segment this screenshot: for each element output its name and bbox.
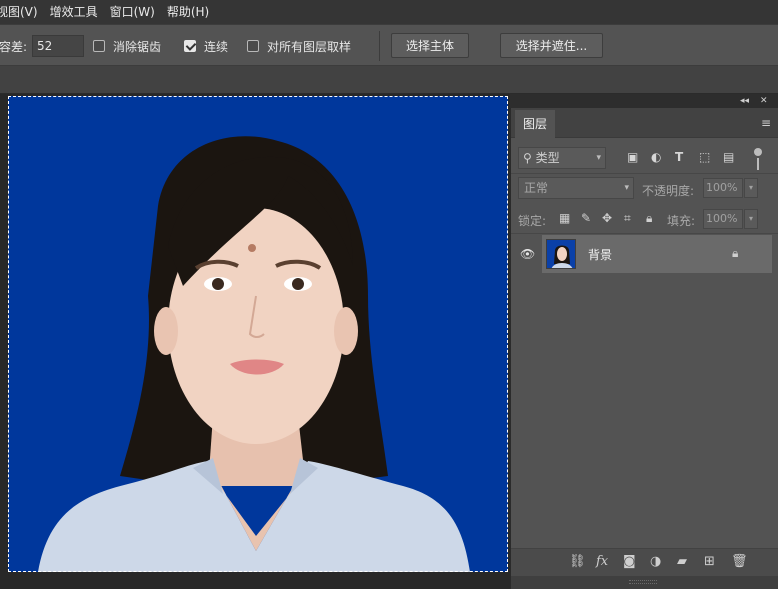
search-icon: ⚲	[523, 151, 532, 165]
layer-thumbnail	[546, 239, 576, 269]
adjustment-filter-icon[interactable]: ◐	[651, 151, 661, 163]
blend-mode-value: 正常	[524, 181, 549, 195]
filter-kind-select[interactable]: ⚲ 类型 ▾	[518, 147, 606, 169]
trash-icon[interactable]: 🗑︎	[731, 555, 748, 569]
opacity-label: 不透明度:	[642, 184, 695, 198]
lock-transparent-pixels-icon[interactable]: ▦	[559, 211, 570, 225]
chevron-down-icon: ▾	[596, 153, 601, 163]
link-icon[interactable]: ⛓︎	[569, 555, 586, 569]
fill-chevron-icon[interactable]: ▾	[744, 209, 758, 229]
tab-layers[interactable]: 图层	[515, 110, 556, 138]
fill-input[interactable]: 100%	[703, 209, 743, 229]
document-tab-strip	[0, 66, 778, 94]
layer-item-selected[interactable]: 背景 🔒︎	[542, 235, 772, 273]
close-panel-icon[interactable]: ✕	[760, 94, 768, 108]
panel-tab-bar: 图层 ≡	[511, 108, 778, 138]
select-subject-button[interactable]: 选择主体	[391, 33, 469, 58]
eye-icon[interactable]: 👁︎	[520, 247, 535, 261]
filter-kind-label: 类型	[535, 151, 560, 165]
menu-help[interactable]: 帮助(H)	[161, 0, 215, 24]
folder-icon[interactable]: ▰	[677, 555, 687, 569]
chevron-down-icon: ▾	[624, 183, 629, 193]
blend-row: 正常 ▾ 不透明度: 100% ▾	[511, 174, 778, 204]
options-bar: 容差: 消除锯齿 连续 对所有图层取样 选择主体 选择并遮住...	[0, 24, 778, 66]
opacity-chevron-icon[interactable]: ▾	[744, 178, 758, 198]
fill-label: 填充:	[667, 214, 696, 228]
lock-all-icon[interactable]: 🔒︎	[646, 211, 652, 225]
blend-mode-select[interactable]: 正常 ▾	[518, 177, 634, 199]
grip-icon	[629, 580, 657, 584]
layer-name[interactable]: 背景	[588, 246, 612, 263]
smart-object-filter-icon[interactable]: ▤	[723, 151, 734, 163]
tolerance-label: 容差:	[0, 40, 28, 54]
panel-dock-header: ◂◂ ✕	[510, 94, 778, 108]
sample-all-layers-checkbox[interactable]	[247, 40, 259, 52]
sample-all-layers-label: 对所有图层取样	[267, 40, 352, 54]
panel-menu-icon[interactable]: ≡	[761, 116, 771, 130]
adjustment-icon[interactable]: ◑	[650, 555, 661, 569]
select-and-mask-button[interactable]: 选择并遮住...	[500, 33, 603, 58]
filter-toggle-bar	[757, 158, 759, 170]
mask-icon[interactable]: ◙	[623, 555, 636, 569]
lock-row: 锁定: ▦ ✎ ✥ ⌗ 🔒︎ 填充: 100% ▾	[511, 204, 778, 234]
collapse-panels-icon[interactable]: ◂◂	[740, 94, 749, 108]
lock-position-icon[interactable]: ✥	[602, 211, 612, 225]
text-filter-icon[interactable]: T	[675, 151, 683, 163]
options-separator	[379, 31, 380, 61]
shape-filter-icon[interactable]: ⬚	[699, 151, 710, 163]
new-layer-icon[interactable]: ⊞	[704, 555, 715, 569]
lock-image-pixels-icon[interactable]: ✎	[581, 211, 591, 225]
lock-label: 锁定:	[518, 214, 547, 228]
panel-bottom-toolbar: ⛓︎ fx ◙ ◑ ▰ ⊞ 🗑︎	[511, 548, 778, 576]
filter-toggle-icon[interactable]	[754, 148, 762, 156]
layer-row-background[interactable]: 👁︎ 背景 🔒︎	[511, 234, 778, 274]
opacity-input[interactable]: 100%	[703, 178, 743, 198]
contiguous-label: 连续	[204, 40, 229, 54]
anti-alias-label: 消除锯齿	[113, 40, 162, 54]
menu-window[interactable]: 窗口(W)	[104, 0, 161, 24]
lock-icon[interactable]: 🔒︎	[732, 246, 738, 261]
anti-alias-checkbox[interactable]	[93, 40, 105, 52]
portrait-illustration	[8, 96, 508, 572]
tolerance-input[interactable]	[32, 35, 84, 57]
image-filter-icon[interactable]: ▣	[627, 151, 638, 163]
panel-resize-handle[interactable]	[511, 576, 778, 589]
layer-filter-row: ⚲ 类型 ▾ ▣ ◐ T ⬚ ▤	[511, 138, 778, 174]
fx-icon[interactable]: fx	[596, 555, 608, 569]
contiguous-checkbox[interactable]	[184, 40, 196, 52]
menu-view[interactable]: 视图(V)	[0, 0, 44, 24]
menu-bar: 视图(V) 增效工具 窗口(W) 帮助(H)	[0, 0, 778, 24]
lock-artboard-icon[interactable]: ⌗	[624, 211, 631, 225]
menu-plugins[interactable]: 增效工具	[44, 0, 104, 24]
layers-panel: 图层 ≡ ⚲ 类型 ▾ ▣ ◐ T ⬚ ▤ 正常 ▾ 不透明度: 100% ▾ …	[510, 108, 778, 589]
document-image[interactable]	[8, 96, 508, 572]
